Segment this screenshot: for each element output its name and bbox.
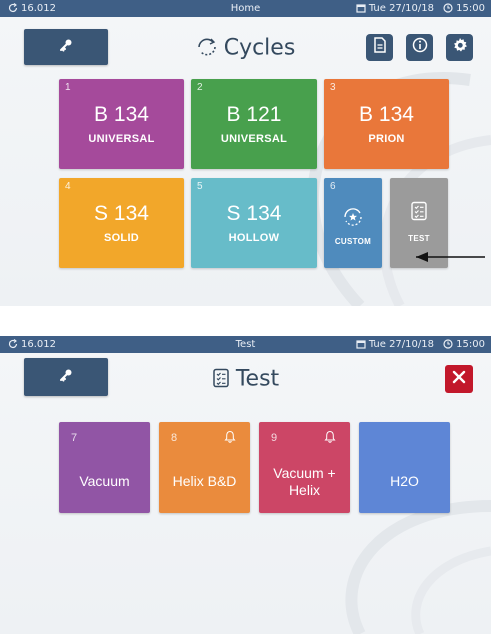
cycle-tile-5[interactable]: 5 S 134 HOLLOW — [191, 178, 317, 268]
cycle-type: UNIVERSAL — [220, 133, 288, 145]
cycle-number: 3 — [330, 82, 336, 93]
test-number: 7 — [71, 432, 78, 444]
test-tile-h2o[interactable]: H2O — [359, 422, 450, 513]
checklist-icon — [410, 201, 428, 226]
document-button[interactable] — [366, 34, 393, 61]
cycle-number: 5 — [197, 181, 203, 192]
cycle-name: B 134 — [94, 103, 149, 126]
home-screen: 16.012 Home Tue 27/10/18 15:00 Cycles 1 … — [0, 0, 491, 306]
clock-icon — [443, 339, 453, 349]
cycles-icon — [196, 37, 218, 63]
cycle-type: HOLLOW — [228, 232, 280, 244]
datetime: Tue 27/10/18 15:00 — [356, 336, 485, 353]
cycle-name: B 121 — [226, 103, 282, 126]
settings-button[interactable] — [446, 34, 473, 61]
test-number: 8 — [171, 432, 178, 444]
cycle-tile-4[interactable]: 4 S 134 SOLID — [59, 178, 184, 268]
checklist-icon — [212, 368, 230, 394]
clock-icon — [443, 3, 453, 13]
test-label: Helix B&D — [172, 473, 237, 489]
cycle-type: SOLID — [103, 232, 140, 244]
test-label: Vacuum + Helix — [273, 464, 336, 498]
time-text: 15:00 — [456, 3, 485, 14]
calendar-icon — [356, 3, 366, 13]
cycle-type: UNIVERSAL — [88, 133, 155, 145]
status-bar: 16.012 Test Tue 27/10/18 15:00 — [0, 336, 491, 353]
test-tile-vacuum[interactable]: 7 Vacuum — [59, 422, 150, 513]
time-text: 15:00 — [456, 339, 485, 350]
test-tile-vacuum-helix[interactable]: 9 Vacuum + Helix — [259, 422, 350, 513]
cycle-name: S 134 — [94, 202, 149, 225]
close-button[interactable] — [445, 365, 473, 393]
cycle-name: B 134 — [359, 103, 414, 126]
page-title: Test — [0, 366, 491, 394]
close-icon — [452, 370, 466, 389]
cycle-number: 2 — [197, 82, 203, 93]
calendar-icon — [356, 339, 366, 349]
info-button[interactable] — [406, 34, 433, 61]
test-label: H2O — [390, 473, 419, 489]
cycle-type: CUSTOM — [334, 237, 372, 246]
test-label: TEST — [408, 234, 430, 243]
cycle-number: 4 — [65, 181, 71, 192]
document-icon — [373, 37, 387, 58]
cycle-number: 6 — [330, 181, 336, 192]
cycle-tile-3[interactable]: 3 B 134 PRION — [324, 79, 449, 169]
test-screen: 16.012 Test Tue 27/10/18 15:00 Test 7 Va… — [0, 336, 491, 634]
test-label: Vacuum — [79, 473, 130, 489]
date-text: Tue 27/10/18 — [368, 339, 434, 350]
arrow-icon — [416, 252, 485, 262]
cycle-tile-1[interactable]: 1 B 134 UNIVERSAL — [59, 79, 184, 169]
status-bar: 16.012 Home Tue 27/10/18 15:00 — [0, 0, 491, 17]
cycle-number: 1 — [65, 82, 71, 93]
cycle-tile-2[interactable]: 2 B 121 UNIVERSAL — [191, 79, 317, 169]
date-text: Tue 27/10/18 — [368, 3, 434, 14]
bell-icon — [224, 430, 236, 448]
info-icon — [412, 37, 428, 58]
custom-star-icon — [342, 206, 364, 233]
custom-cycle-tile[interactable]: 6 CUSTOM — [324, 178, 382, 268]
cycle-type: PRION — [368, 133, 405, 145]
cycle-name: S 134 — [226, 202, 282, 225]
test-number: 9 — [271, 432, 278, 444]
gear-icon — [452, 37, 468, 58]
bell-icon — [324, 430, 336, 448]
test-tile-helix-bd[interactable]: 8 Helix B&D — [159, 422, 250, 513]
datetime: Tue 27/10/18 15:00 — [356, 0, 485, 17]
